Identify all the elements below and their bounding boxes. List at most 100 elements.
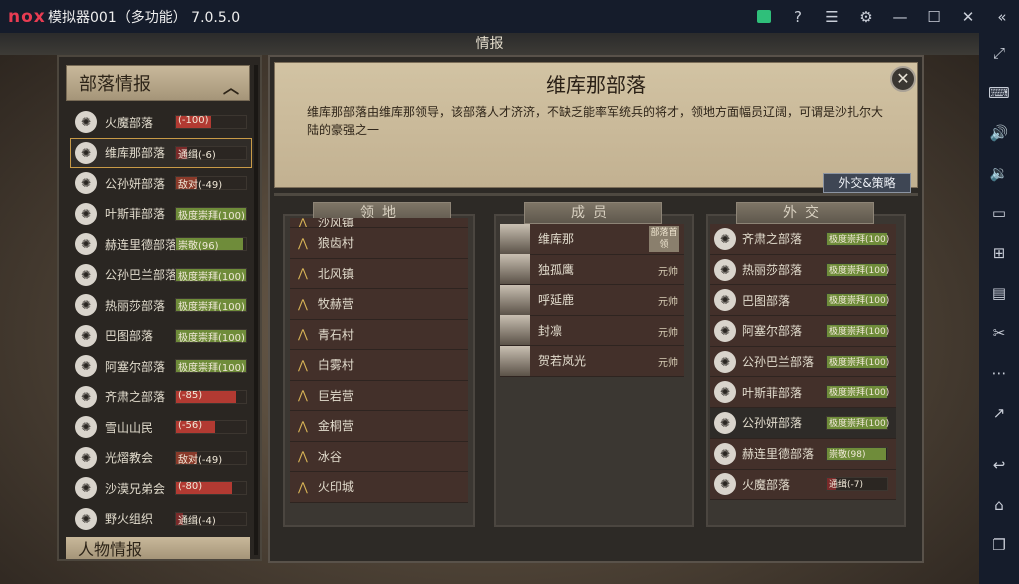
tribe-name: 维库那部落	[105, 146, 166, 161]
relation-label: 极度崇拜(100)	[178, 271, 245, 283]
member-row[interactable]: 呼延鹿 元帅	[500, 284, 684, 316]
foreign-relation-row[interactable]: ✺ 叶斯菲部落 极度崇拜(100)	[710, 377, 896, 409]
relation-label: (-85)	[178, 389, 203, 401]
fullscreen-icon[interactable]: ⤢	[979, 33, 1019, 73]
tribe-row[interactable]: ✺ 光熠教会 敌对(-49)	[70, 443, 252, 474]
minimize-icon[interactable]: —	[883, 0, 917, 33]
foreign-relation-row[interactable]: ✺ 公孙巴兰部落 极度崇拜(100)	[710, 346, 896, 378]
territory-item[interactable]: ⋀ 狼齿村	[290, 228, 468, 259]
close-icon[interactable]: ✕	[951, 0, 985, 33]
member-role-badge: 部落首领	[649, 226, 679, 252]
tribe-row[interactable]: ✺ 沙漠兄弟会 (-80)	[70, 473, 252, 504]
territory-item[interactable]: ⋀ 巨岩营	[290, 380, 468, 411]
territory-item[interactable]: ⋀ 沙风镇	[290, 218, 468, 228]
foreign-tribe-name: 赫连里德部落	[742, 447, 815, 462]
territory-item[interactable]: ⋀ 金桐营	[290, 411, 468, 442]
territory-name: 冰谷	[317, 449, 342, 464]
close-button[interactable]: ✕	[890, 66, 916, 92]
share-icon[interactable]: ↗	[979, 393, 1019, 433]
territory-item[interactable]: ⋀ 牧赫营	[290, 289, 468, 320]
rank-chevron-icon: ⋀	[298, 218, 308, 228]
territory-item[interactable]: ⋀ 白雾村	[290, 350, 468, 381]
tribe-row[interactable]: ✺ 赫连里德部落 崇敬(96)	[70, 229, 252, 260]
territory-item[interactable]: ⋀ 冰谷	[290, 441, 468, 472]
rank-chevron-icon: ⋀	[298, 479, 308, 494]
tribe-row[interactable]: ✺ 火魔部落 (-100)	[70, 107, 252, 138]
relation-label: 崇敬(98)	[829, 449, 866, 460]
more-icon[interactable]: ⋯	[979, 353, 1019, 393]
tribe-name: 阿塞尔部落	[105, 359, 166, 374]
member-row[interactable]: 独孤鹰 元帅	[500, 254, 684, 285]
member-row[interactable]: 封凛 元帅	[500, 315, 684, 346]
character-section-header[interactable]: 人物情报	[66, 537, 250, 559]
member-row[interactable]: 维库那 部落首领	[500, 223, 684, 255]
collapse-chevron-icon[interactable]: ︿	[223, 74, 239, 98]
tribe-row[interactable]: ✺ 雪山山民 (-56)	[70, 412, 252, 443]
tribe-name: 齐肃之部落	[105, 390, 166, 405]
tribe-list-scrollbar[interactable]	[254, 65, 258, 555]
territory-item[interactable]: ⋀ 北风镇	[290, 258, 468, 289]
tribe-description: 维库那部落由维库那领导，该部落人才济济，不缺乏能率军统兵的将才，领地方面幅员辽阔…	[307, 105, 884, 137]
tribe-emblem-icon: ✺	[75, 477, 97, 500]
back-icon[interactable]: ↩	[979, 445, 1019, 485]
relation-bar: 极度崇拜(100)	[175, 298, 247, 313]
territory-list: ⋀ 沙风镇 ⋀ 狼齿村 ⋀ 北风镇 ⋀ 牧赫营 ⋀ 青石村 ⋀ 白雾村 ⋀ 巨岩营 ⋀ 金桐营 ⋀ 冰谷 ⋀ 火印城	[285, 218, 471, 523]
diplomacy-strategy-button[interactable]: 外交&策略	[823, 173, 911, 193]
foreign-relation-row[interactable]: ✺ 公孙妍部落 极度崇拜(100)	[710, 408, 896, 439]
relation-bar: 敌对(-49)	[175, 176, 247, 191]
maximize-icon[interactable]: ☐	[917, 0, 951, 33]
member-role: 元帅	[658, 358, 678, 369]
member-name: 维库那	[538, 232, 575, 247]
rank-chevron-icon: ⋀	[298, 418, 308, 433]
territory-item[interactable]: ⋀ 火印城	[290, 472, 468, 503]
member-portrait	[500, 284, 530, 315]
menu-icon[interactable]: ☰	[815, 0, 849, 33]
foreign-relation-row[interactable]: ✺ 赫连里德部落 崇敬(98)	[710, 438, 896, 470]
tribe-row[interactable]: ✺ 公孙巴兰部落 极度崇拜(100)	[70, 260, 252, 291]
tribe-name: 野火组织	[105, 512, 154, 527]
gift-icon[interactable]	[747, 0, 781, 33]
tribe-row[interactable]: ✺ 公孙妍部落 敌对(-49)	[70, 168, 252, 199]
tribe-row[interactable]: ✺ 阿塞尔部落 极度崇拜(100)	[70, 351, 252, 382]
scissors-icon[interactable]: ✂	[979, 313, 1019, 353]
foreign-relation-row[interactable]: ✺ 齐肃之部落 极度崇拜(100)	[710, 224, 896, 255]
foreign-relation-row[interactable]: ✺ 火魔部落 通缉(-7)	[710, 469, 896, 501]
tribe-row[interactable]: ✺ 叶斯菲部落 极度崇拜(100)	[70, 199, 252, 230]
relation-bar: 极度崇拜(100)	[826, 262, 890, 277]
volume-up-icon[interactable]: 🔊	[979, 113, 1019, 153]
multi-instance-icon[interactable]: ▤	[979, 273, 1019, 313]
foreign-relation-row[interactable]: ✺ 热丽莎部落 极度崇拜(100)	[710, 254, 896, 286]
relation-bar: 敌对(-49)	[175, 450, 247, 466]
tribe-section-header[interactable]: 部落情报 ︿	[66, 65, 250, 101]
relation-label: 极度崇拜(100)	[829, 265, 890, 276]
tribe-info-parchment: 维库那部落 维库那部落由维库那领导，该部落人才济济，不缺乏能率军统兵的将才，领地…	[274, 62, 918, 193]
volume-down-icon[interactable]: 🔉	[979, 153, 1019, 193]
tribe-row[interactable]: ✺ 热丽莎部落 极度崇拜(100)	[70, 290, 252, 321]
tribe-row[interactable]: ✺ 齐肃之部落 (-85)	[70, 382, 252, 413]
member-row[interactable]: 贺若岚光 元帅	[500, 345, 684, 377]
keyboard-icon[interactable]: ⌨	[979, 73, 1019, 113]
tribe-row[interactable]: ✺ 巴图部落 极度崇拜(100)	[70, 321, 252, 352]
apk-install-icon[interactable]: ⊞	[979, 233, 1019, 273]
tribe-row[interactable]: ✺ 维库那部落 通缉(-6)	[70, 137, 252, 168]
relation-bar: 极度崇拜(100)	[826, 415, 889, 430]
screen-icon[interactable]: ▭	[979, 193, 1019, 233]
home-icon[interactable]: ⌂	[979, 485, 1019, 525]
member-portrait	[500, 254, 530, 285]
member-portrait	[500, 345, 530, 376]
settings-icon[interactable]: ⚙	[849, 0, 883, 33]
relation-bar: (-85)	[175, 389, 247, 404]
relation-bar: (-80)	[175, 481, 247, 496]
tribe-name: 赫连里德部落	[105, 237, 178, 252]
relation-label: 通缉(-4)	[178, 515, 216, 527]
tribe-row[interactable]: ✺ 野火组织 通缉(-4)	[70, 504, 252, 535]
recent-apps-icon[interactable]: ❐	[979, 525, 1019, 565]
foreign-relation-row[interactable]: ✺ 巴图部落 极度崇拜(100)	[710, 285, 896, 317]
members-column: 成员 维库那 部落首领 独孤鹰 元帅 呼延鹿 元帅 封凛 元帅 贺若岚光 元帅	[494, 202, 694, 527]
rank-chevron-icon: ⋀	[298, 388, 308, 403]
help-icon[interactable]: ?	[781, 0, 815, 33]
collapse-icon[interactable]: «	[985, 0, 1019, 33]
territory-item[interactable]: ⋀ 青石村	[290, 319, 468, 350]
relation-label: 极度崇拜(100)	[829, 296, 890, 307]
foreign-relation-row[interactable]: ✺ 阿塞尔部落 极度崇拜(100)	[710, 316, 896, 347]
